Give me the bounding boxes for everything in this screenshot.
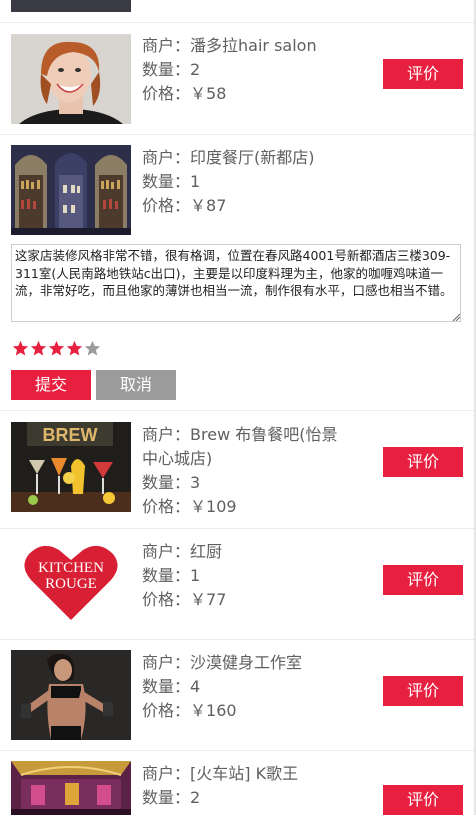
- order-info: 商户：印度餐厅(新都店) 数量：1 价格：￥87: [142, 146, 352, 218]
- divider: [0, 750, 474, 751]
- order-info: 商户：潘多拉hair salon 数量：2 价格：￥58: [142, 34, 352, 106]
- review-textarea[interactable]: 这家店装修风格非常不错，很有格调，位置在春风路4001号新都酒店三楼309-31…: [11, 244, 461, 322]
- merchant-row: 商户：Brew 布鲁餐吧(怡景: [142, 425, 338, 444]
- divider: [0, 639, 474, 640]
- price-row: 价格：￥109: [142, 497, 237, 516]
- star-icon[interactable]: [30, 340, 47, 357]
- review-button[interactable]: 评价: [383, 565, 463, 595]
- review-button[interactable]: 评价: [383, 59, 463, 89]
- price-row: 价格：￥87: [142, 196, 227, 215]
- merchant-row: 商户：[火车站] K歌王: [142, 764, 299, 783]
- price-row: 价格：￥160: [142, 701, 237, 720]
- product-thumbnail[interactable]: [11, 650, 131, 740]
- order-info: 商户：[火车站] K歌王 数量：2: [142, 762, 352, 810]
- star-icon[interactable]: [84, 340, 101, 357]
- review-button[interactable]: 评价: [383, 676, 463, 706]
- order-info: 商户：Brew 布鲁餐吧(怡景 中心城店) 数量：3 价格：￥109: [142, 423, 352, 519]
- price-row: 价格：￥58: [142, 84, 227, 103]
- divider: [0, 528, 474, 529]
- submit-button[interactable]: 提交: [11, 370, 91, 400]
- logo-text-rouge: ROUGE: [45, 576, 97, 592]
- star-rating: [12, 340, 102, 358]
- merchant-row: 商户：潘多拉hair salon: [142, 36, 317, 55]
- quantity-row: 数量：2: [142, 60, 201, 79]
- logo-text-kitchen: KITCHEN: [38, 560, 104, 576]
- product-thumbnail[interactable]: [11, 761, 131, 815]
- order-info: 商户：红厨 数量：1 价格：￥77: [142, 540, 352, 612]
- quantity-row: 数量：1: [142, 172, 201, 191]
- quantity-row: 数量：1: [142, 566, 201, 585]
- product-thumbnail[interactable]: [11, 145, 131, 235]
- star-icon[interactable]: [66, 340, 83, 357]
- price-row: 价格：￥77: [142, 590, 227, 609]
- product-thumbnail[interactable]: BREW: [11, 422, 131, 512]
- cancel-button[interactable]: 取消: [96, 370, 176, 400]
- merchant-row: 商户：红厨: [142, 542, 223, 561]
- star-icon[interactable]: [12, 340, 29, 357]
- product-thumbnail[interactable]: KITCHEN ROUGE: [11, 536, 131, 626]
- resize-handle-icon[interactable]: [452, 313, 460, 321]
- merchant-row-wrap: 中心城店): [142, 449, 213, 468]
- divider: [0, 410, 474, 411]
- star-icon[interactable]: [48, 340, 65, 357]
- merchant-row: 商户：沙漠健身工作室: [142, 653, 303, 672]
- quantity-row: 数量：3: [142, 473, 201, 492]
- merchant-row: 商户：印度餐厅(新都店): [142, 148, 315, 167]
- brew-sign-text: BREW: [43, 425, 98, 445]
- divider: [0, 134, 474, 135]
- quantity-row: 数量：2: [142, 788, 201, 807]
- order-info: 商户：沙漠健身工作室 数量：4 价格：￥160: [142, 651, 352, 723]
- quantity-row: 数量：4: [142, 677, 201, 696]
- previous-thumb-remnant: [11, 0, 131, 12]
- review-button[interactable]: 评价: [383, 785, 463, 815]
- product-thumbnail[interactable]: [11, 34, 131, 124]
- review-button[interactable]: 评价: [383, 447, 463, 477]
- divider: [0, 22, 474, 23]
